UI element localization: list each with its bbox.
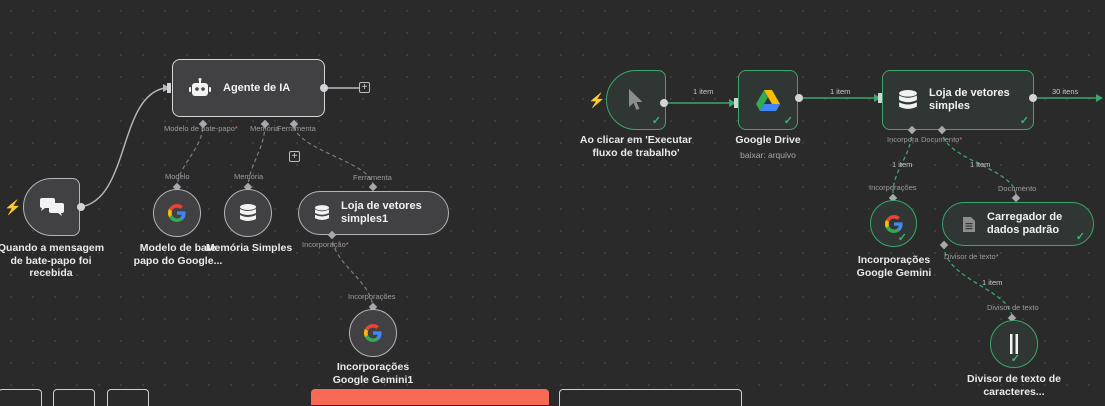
- output-port[interactable]: [1028, 93, 1038, 103]
- cursor-icon: [629, 89, 643, 110]
- embeddings-left-title: Incorporações Google Gemini1: [332, 361, 414, 386]
- ai-agent-node[interactable]: Agente de IA: [172, 59, 325, 117]
- output-port[interactable]: [76, 202, 86, 212]
- port-label-document: Documento*: [921, 135, 963, 144]
- google-icon: [364, 324, 382, 342]
- text-splitter-title: Divisor de texto de caracteres...: [967, 373, 1061, 398]
- memory-node[interactable]: [224, 189, 272, 237]
- vector-store-tool-node[interactable]: Loja de vetores simples1: [298, 191, 449, 235]
- google-drive-subtitle: baixar: arquivo: [740, 150, 796, 160]
- robot-icon: [189, 78, 211, 96]
- text-splitter-node[interactable]: ✓: [990, 320, 1038, 368]
- document-icon: [963, 216, 975, 232]
- manual-trigger-title: Ao clicar em 'Executar fluxo de trabalho…: [579, 134, 693, 159]
- embeddings-right-title: Incorporações Google Gemini: [856, 254, 932, 279]
- port-label-memory: Memória: [250, 124, 280, 133]
- add-tool-button[interactable]: +: [289, 151, 300, 162]
- input-port[interactable]: [165, 83, 175, 93]
- chat-bubbles-icon: [39, 198, 64, 216]
- chat-trigger-node[interactable]: [23, 178, 80, 236]
- vector-store-node[interactable]: Loja de vetores simples ✓: [882, 70, 1034, 130]
- edge-label-items: 1 item: [982, 278, 1003, 287]
- toolbar-button[interactable]: [107, 389, 149, 406]
- port-label-embeddings-in: Incorporações: [348, 292, 396, 301]
- chat-trigger-title: Quando a mensagem de bate-papo foi receb…: [0, 242, 105, 279]
- port-diamond[interactable]: [327, 230, 337, 240]
- edge-label-items: 1 item: [830, 87, 851, 96]
- port-diamond[interactable]: [939, 240, 949, 250]
- google-drive-icon: [756, 89, 780, 111]
- trigger-bolt-icon: ⚡: [588, 92, 606, 108]
- database-icon: [240, 204, 256, 221]
- data-loader-title: Carregador de dados padrão: [987, 211, 1063, 236]
- vector-store-title: Loja de vetores simples: [929, 87, 1010, 112]
- memory-title: Memória Simples: [205, 242, 293, 254]
- google-icon: [168, 204, 186, 222]
- port-label-splitter-in: Divisor de texto: [987, 303, 1039, 312]
- trigger-bolt-icon: ⚡: [4, 199, 22, 215]
- text-splitter-icon: [1010, 334, 1018, 354]
- toolbar-button[interactable]: [53, 389, 95, 406]
- toolbar-button[interactable]: [559, 389, 742, 406]
- port-label-model: Modelo: [165, 172, 190, 181]
- edge-arrow-out: [1096, 94, 1103, 102]
- chat-model-node[interactable]: [153, 189, 201, 237]
- port-label-document-in: Documento: [998, 184, 1037, 193]
- port-diamond[interactable]: [907, 125, 917, 135]
- google-drive-title: Google Drive: [735, 134, 801, 146]
- port-label-embeddings-in: Incorporações: [869, 183, 917, 192]
- edge-label-items: 1 item: [693, 87, 714, 96]
- edge-label-items: 1 item: [892, 160, 913, 169]
- port-label-embedding: Incorpora: [887, 135, 919, 144]
- google-drive-node[interactable]: ✓: [738, 70, 798, 130]
- vector-store-tool-title: Loja de vetores simples1: [341, 200, 422, 225]
- port-diamond[interactable]: [937, 125, 947, 135]
- database-icon: [899, 90, 917, 109]
- add-node-button[interactable]: +: [359, 82, 370, 93]
- input-port[interactable]: [732, 98, 742, 108]
- toolbar-button[interactable]: [0, 389, 42, 406]
- success-check-icon: ✓: [897, 232, 907, 244]
- port-label-embedding: Incorporação*: [302, 240, 349, 249]
- database-icon: [315, 205, 329, 220]
- manual-trigger-node[interactable]: ✓: [606, 70, 666, 130]
- port-label-tool: Ferramenta: [277, 124, 316, 133]
- port-label-chat-model: Modelo de bate-papo*: [164, 124, 238, 133]
- edge-label-items: 1 item: [970, 160, 991, 169]
- success-check-icon: ✓: [783, 115, 793, 127]
- port-label-memory-in: Memória: [234, 172, 264, 181]
- port-label-splitter: Divisor de texto*: [944, 252, 999, 261]
- success-check-icon: ✓: [1019, 115, 1029, 127]
- success-check-icon: ✓: [651, 115, 661, 127]
- output-port[interactable]: [319, 83, 329, 93]
- success-check-icon: ✓: [1075, 231, 1085, 243]
- ai-agent-title: Agente de IA: [223, 81, 291, 94]
- embeddings-left-node[interactable]: [349, 309, 397, 357]
- google-icon: [884, 214, 903, 233]
- embeddings-right-node[interactable]: ✓: [870, 200, 917, 247]
- edge-label-items: 30 itens: [1052, 87, 1079, 96]
- output-port[interactable]: [794, 93, 804, 103]
- port-label-tool-in: Ferramenta: [353, 173, 392, 182]
- data-loader-node[interactable]: Carregador de dados padrão ✓: [942, 202, 1094, 246]
- success-check-icon: ✓: [1010, 353, 1020, 365]
- input-port[interactable]: [876, 93, 886, 103]
- output-port[interactable]: [659, 98, 669, 108]
- edge-chat-to-agent: [79, 87, 166, 208]
